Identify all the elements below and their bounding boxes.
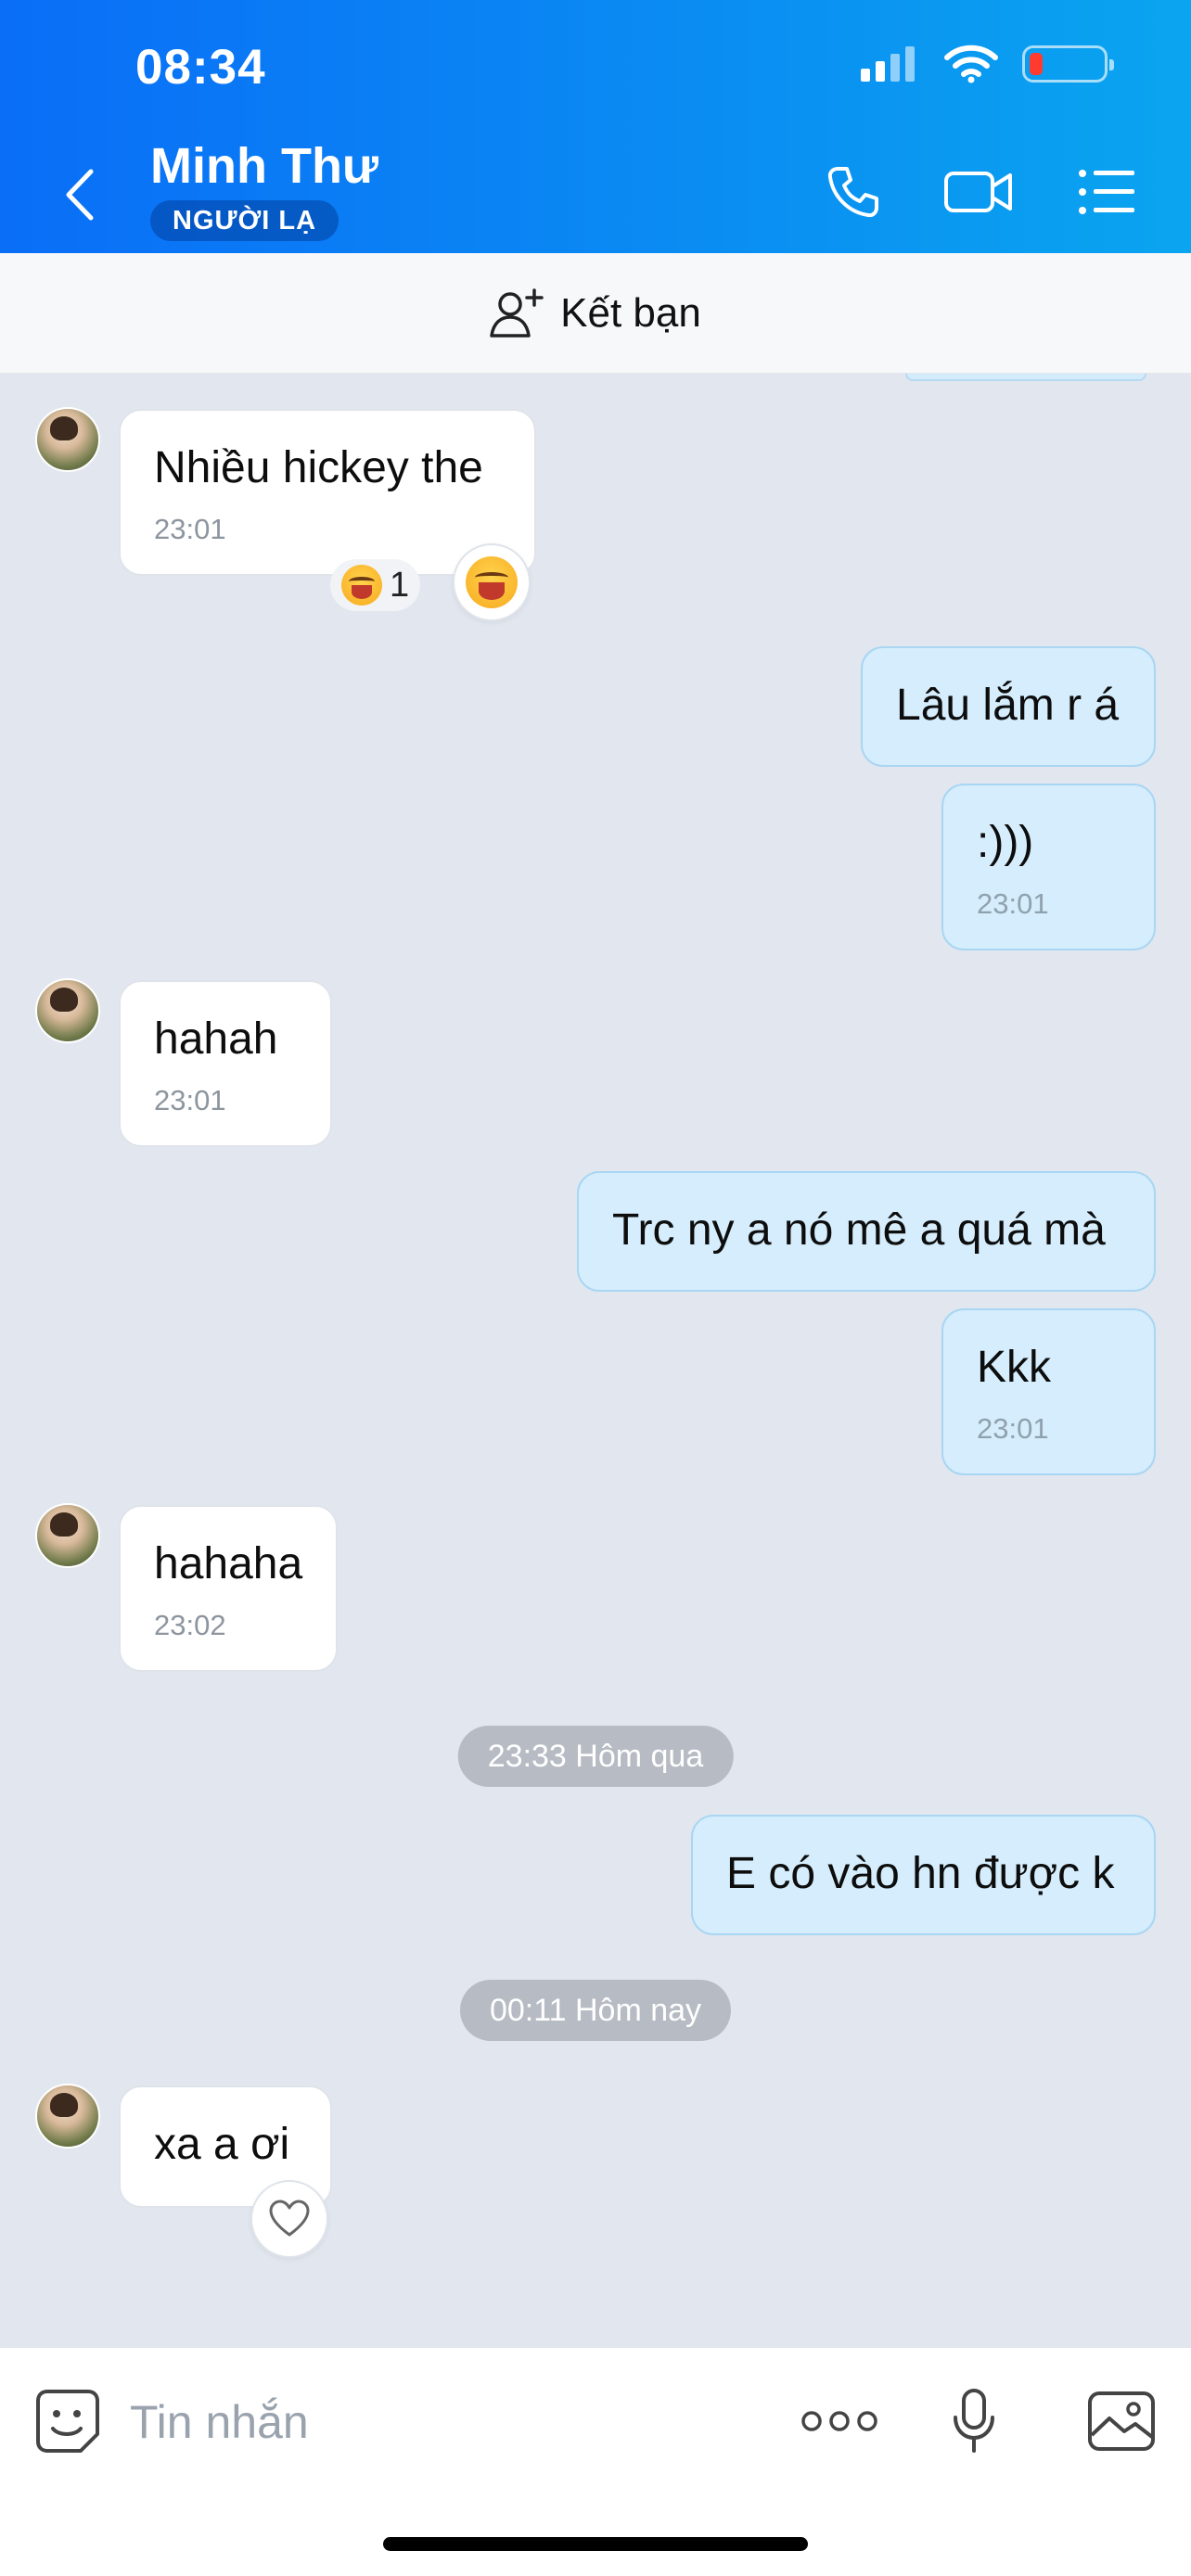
contact-name[interactable]: Minh Thư bbox=[150, 137, 378, 195]
battery-icon bbox=[1022, 45, 1114, 83]
message-text: Trc ny a nó mê a quá mà bbox=[612, 1205, 1106, 1255]
add-friend-bar[interactable]: Kết bạn bbox=[0, 253, 1191, 374]
back-button[interactable] bbox=[56, 162, 102, 227]
cellular-signal-icon bbox=[861, 46, 915, 82]
message-bubble-outgoing[interactable]: Lâu lắm r á bbox=[861, 646, 1156, 767]
add-reaction-button[interactable] bbox=[453, 543, 531, 621]
message-bubble-outgoing[interactable]: E có vào hn được k bbox=[691, 1815, 1156, 1935]
video-call-button[interactable] bbox=[941, 159, 1016, 224]
list-menu-icon bbox=[1079, 170, 1134, 214]
microphone-icon bbox=[954, 2389, 994, 2453]
previous-message-edge bbox=[905, 374, 1146, 381]
laughing-face-icon bbox=[466, 556, 518, 608]
message-text: xa a ơi bbox=[154, 2120, 290, 2169]
home-indicator[interactable] bbox=[383, 2537, 808, 2551]
message-bubble-outgoing[interactable]: :))) 23:01 bbox=[941, 784, 1156, 950]
message-time: 23:01 bbox=[977, 887, 1049, 920]
message-bubble-incoming[interactable]: hahah 23:01 bbox=[119, 980, 332, 1147]
message-time: 23:01 bbox=[977, 1412, 1049, 1445]
back-icon bbox=[66, 169, 94, 221]
image-icon bbox=[1088, 2391, 1155, 2451]
laughing-face-icon bbox=[341, 565, 382, 606]
message-time: 23:01 bbox=[154, 513, 226, 545]
wifi-icon bbox=[944, 45, 998, 83]
message-bubble-incoming[interactable]: hahaha 23:02 bbox=[119, 1505, 338, 1672]
message-input[interactable] bbox=[130, 2385, 742, 2459]
reaction-count: 1 bbox=[390, 565, 410, 605]
message-text: Nhiều hickey the bbox=[154, 443, 483, 492]
contact-avatar[interactable] bbox=[35, 407, 100, 472]
voice-record-button[interactable] bbox=[946, 2379, 1002, 2463]
add-reaction-button[interactable] bbox=[250, 2180, 328, 2258]
message-text: :))) bbox=[977, 818, 1034, 867]
contact-avatar[interactable] bbox=[35, 1503, 100, 1568]
date-separator: 00:11 Hôm nay bbox=[459, 1980, 732, 2041]
send-image-button[interactable] bbox=[1085, 2379, 1158, 2463]
video-call-icon bbox=[944, 172, 1012, 212]
date-separator: 23:33 Hôm qua bbox=[457, 1726, 734, 1787]
message-text: hahaha bbox=[154, 1539, 303, 1588]
stranger-badge: NGƯỜI LẠ bbox=[150, 200, 339, 241]
contact-avatar[interactable] bbox=[35, 978, 100, 1043]
chat-menu-button[interactable] bbox=[1074, 159, 1139, 224]
message-text: E có vào hn được k bbox=[726, 1849, 1115, 1898]
message-text: Kkk bbox=[977, 1343, 1052, 1392]
add-friend-label: Kết bạn bbox=[560, 289, 701, 336]
status-icons bbox=[859, 45, 1114, 83]
voice-call-button[interactable] bbox=[816, 159, 890, 224]
message-text: hahah bbox=[154, 1014, 278, 1064]
phone-icon bbox=[827, 167, 878, 218]
heart-icon bbox=[269, 2200, 310, 2237]
add-friend-icon bbox=[490, 287, 544, 338]
message-text: Lâu lắm r á bbox=[896, 681, 1120, 730]
more-options-icon bbox=[801, 2411, 877, 2431]
sticker-icon bbox=[36, 2390, 99, 2453]
reaction-summary[interactable]: 1 bbox=[330, 559, 421, 611]
more-options-button[interactable] bbox=[798, 2379, 881, 2463]
chat-header: 08:34 Minh Thư NGƯỜI LẠ bbox=[0, 0, 1191, 253]
message-bubble-outgoing[interactable]: Trc ny a nó mê a quá mà bbox=[577, 1171, 1156, 1292]
message-list[interactable]: Nhiều hickey the 23:01 1 Lâu lắm r á :))… bbox=[0, 374, 1191, 2347]
status-time: 08:34 bbox=[135, 40, 266, 95]
message-time: 23:01 bbox=[154, 1084, 226, 1116]
sticker-button[interactable] bbox=[32, 2379, 104, 2463]
message-time: 23:02 bbox=[154, 1609, 226, 1641]
message-bubble-outgoing[interactable]: Kkk 23:01 bbox=[941, 1308, 1156, 1475]
contact-avatar[interactable] bbox=[35, 2084, 100, 2149]
